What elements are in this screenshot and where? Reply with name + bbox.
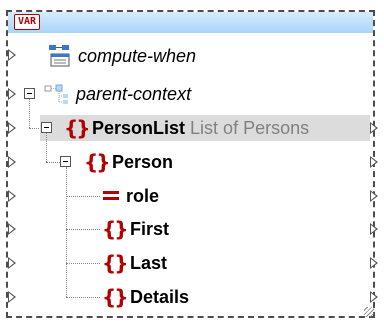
details-label: Details (130, 287, 190, 307)
output-connector-personlist[interactable] (370, 122, 378, 134)
parent-context-icon (44, 84, 68, 104)
tree-line (66, 229, 100, 230)
input-connector-person[interactable] (8, 156, 16, 168)
last-label: Last (130, 253, 168, 273)
resize-grip[interactable] (364, 307, 374, 317)
input-connector-first[interactable] (8, 223, 16, 235)
collapse-toggle-parent-context[interactable] (24, 88, 35, 99)
first-label: First (130, 219, 170, 239)
element-icon: {} (64, 116, 91, 140)
collapse-toggle-personlist[interactable] (41, 122, 52, 133)
element-icon: {} (102, 217, 129, 241)
tree-line (66, 196, 100, 197)
personlist-row-label: PersonList List of Persons (92, 117, 309, 139)
tree-line (46, 162, 60, 163)
compute-when-label: compute-when (78, 46, 197, 66)
compute-when-icon (49, 45, 70, 67)
element-icon: {} (102, 285, 129, 309)
component-header[interactable] (8, 12, 373, 33)
output-connector-details[interactable] (370, 291, 378, 303)
tree-line (46, 133, 47, 162)
var-badge: VAR (14, 14, 41, 30)
input-connector-parent-context[interactable] (8, 88, 16, 100)
personlist-name: PersonList (92, 118, 186, 138)
personlist-description: List of Persons (190, 118, 310, 138)
person-label: Person (112, 152, 174, 172)
input-connector-personlist[interactable] (8, 122, 16, 134)
tree-line (66, 297, 100, 298)
input-connector-compute-when[interactable] (8, 49, 16, 61)
attribute-icon (103, 190, 119, 200)
parent-context-label: parent-context (76, 84, 192, 104)
output-connector-person[interactable] (370, 156, 378, 168)
input-connector-last[interactable] (8, 257, 16, 269)
output-connector-last[interactable] (370, 257, 378, 269)
collapse-toggle-person[interactable] (60, 156, 71, 167)
tree-line (29, 99, 30, 128)
output-connector-first[interactable] (370, 223, 378, 235)
output-connector-role[interactable] (370, 190, 378, 202)
input-connector-details[interactable] (8, 291, 16, 303)
role-label: role (126, 186, 160, 206)
tree-line (66, 167, 67, 297)
element-icon: {} (102, 251, 129, 275)
element-icon: {} (84, 150, 111, 174)
tree-line (66, 263, 100, 264)
input-connector-role[interactable] (8, 190, 16, 202)
